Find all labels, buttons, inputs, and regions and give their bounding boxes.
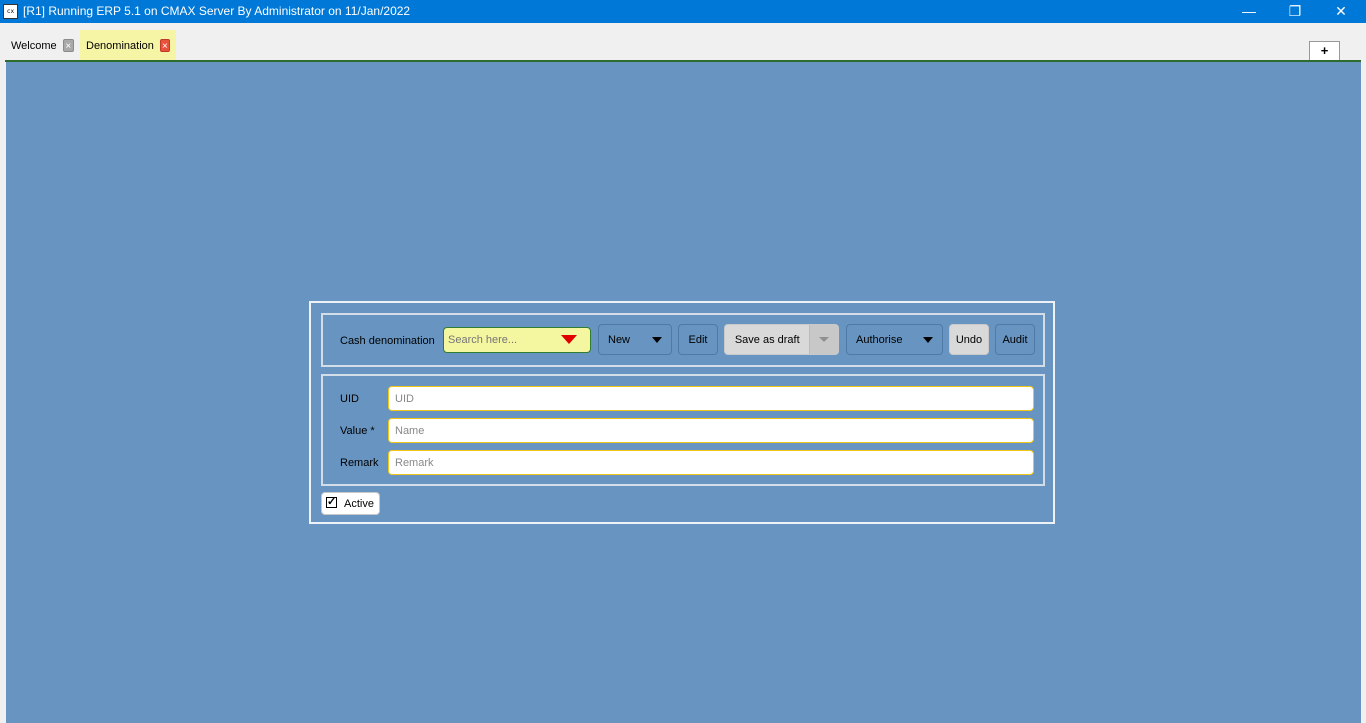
uid-input[interactable] [395, 391, 1015, 406]
tab-close-icon[interactable]: × [159, 39, 170, 52]
chevron-down-icon [923, 336, 933, 343]
restore-icon[interactable]: ❐ [1272, 0, 1318, 23]
tab-label: Denomination [86, 39, 154, 52]
value-input[interactable] [395, 423, 1015, 438]
audit-button[interactable]: Audit [995, 324, 1035, 355]
uid-label: UID [340, 393, 359, 405]
active-checkbox[interactable]: ✓ Active [321, 492, 380, 515]
edit-button[interactable]: Edit [678, 324, 718, 355]
close-icon[interactable]: ✕ [1318, 0, 1364, 23]
value-field[interactable] [388, 418, 1034, 443]
search-input[interactable] [448, 332, 558, 348]
checkmark-icon[interactable]: ✓ [326, 497, 337, 508]
new-button-label: New [608, 333, 631, 346]
new-button[interactable]: New [598, 324, 672, 355]
entity-label: Cash denomination [340, 335, 435, 347]
title-bar: cx [R1] Running ERP 5.1 on CMAX Server B… [0, 0, 1366, 23]
save-as-draft-button[interactable]: Save as draft [724, 324, 839, 355]
dropdown-arrow-icon[interactable] [561, 335, 577, 344]
minimize-icon[interactable]: — [1226, 0, 1272, 23]
form-toolbar: Cash denomination New Edit Save as draft… [321, 313, 1045, 367]
value-label: Value * [340, 425, 375, 437]
tab-welcome[interactable]: Welcome × [5, 32, 80, 59]
undo-button[interactable]: Undo [949, 324, 989, 355]
denomination-form: Cash denomination New Edit Save as draft… [309, 301, 1055, 524]
tab-label: Welcome [11, 39, 57, 52]
uid-field[interactable] [388, 386, 1034, 411]
chevron-down-icon [652, 336, 662, 343]
search-combo[interactable] [443, 327, 591, 353]
tab-denomination[interactable]: Denomination × [80, 30, 176, 61]
authorise-button-label: Authorise [856, 333, 903, 346]
save-options-dropdown[interactable] [809, 325, 838, 354]
fields-panel: UID Value * Remark [321, 374, 1045, 486]
app-logo-icon: cx [3, 4, 18, 19]
tab-strip: Welcome × Denomination × [0, 23, 1366, 62]
remark-input[interactable] [395, 455, 1015, 470]
tab-close-icon[interactable]: × [62, 39, 74, 52]
active-label: Active [344, 498, 374, 510]
window-title: [R1] Running ERP 5.1 on CMAX Server By A… [23, 4, 411, 18]
save-button-label: Save as draft [734, 333, 800, 346]
remark-field[interactable] [388, 450, 1034, 475]
authorise-button[interactable]: Authorise [846, 324, 943, 355]
chevron-down-icon [819, 337, 830, 342]
remark-label: Remark [340, 457, 379, 469]
add-tab-button[interactable]: + [1309, 41, 1340, 61]
